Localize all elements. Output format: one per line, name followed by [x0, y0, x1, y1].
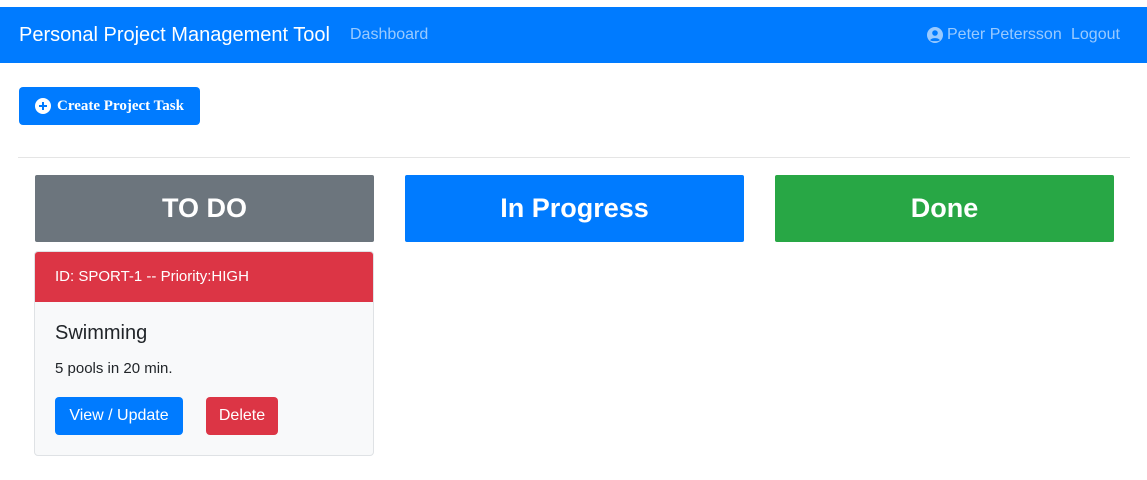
task-card: ID: SPORT-1 -- Priority:HIGH Swimming 5 …: [34, 251, 374, 456]
task-description: 5 pools in 20 min.: [55, 360, 173, 377]
user-profile-link[interactable]: Peter Petersson: [927, 7, 1062, 63]
divider: [18, 157, 1130, 158]
task-title: Swimming: [55, 322, 148, 344]
top-navbar: Personal Project Management Tool Dashboa…: [0, 7, 1147, 63]
brand-link[interactable]: Personal Project Management Tool: [19, 7, 330, 63]
user-circle-icon: [927, 27, 943, 43]
column-header-done: Done: [775, 175, 1114, 242]
column-header-in-progress: In Progress: [405, 175, 744, 242]
task-card-header: ID: SPORT-1 -- Priority:HIGH: [35, 252, 373, 302]
delete-button[interactable]: Delete: [206, 397, 278, 435]
column-header-todo: TO DO: [35, 175, 374, 242]
view-update-button[interactable]: View / Update: [55, 397, 183, 435]
plus-circle-icon: [35, 98, 52, 114]
create-project-task-label: Create Project Task: [57, 97, 184, 114]
user-name: Peter Petersson: [947, 26, 1062, 43]
create-project-task-button[interactable]: Create Project Task: [19, 87, 200, 125]
logout-link[interactable]: Logout: [1071, 7, 1120, 63]
dashboard-link[interactable]: Dashboard: [350, 7, 428, 63]
